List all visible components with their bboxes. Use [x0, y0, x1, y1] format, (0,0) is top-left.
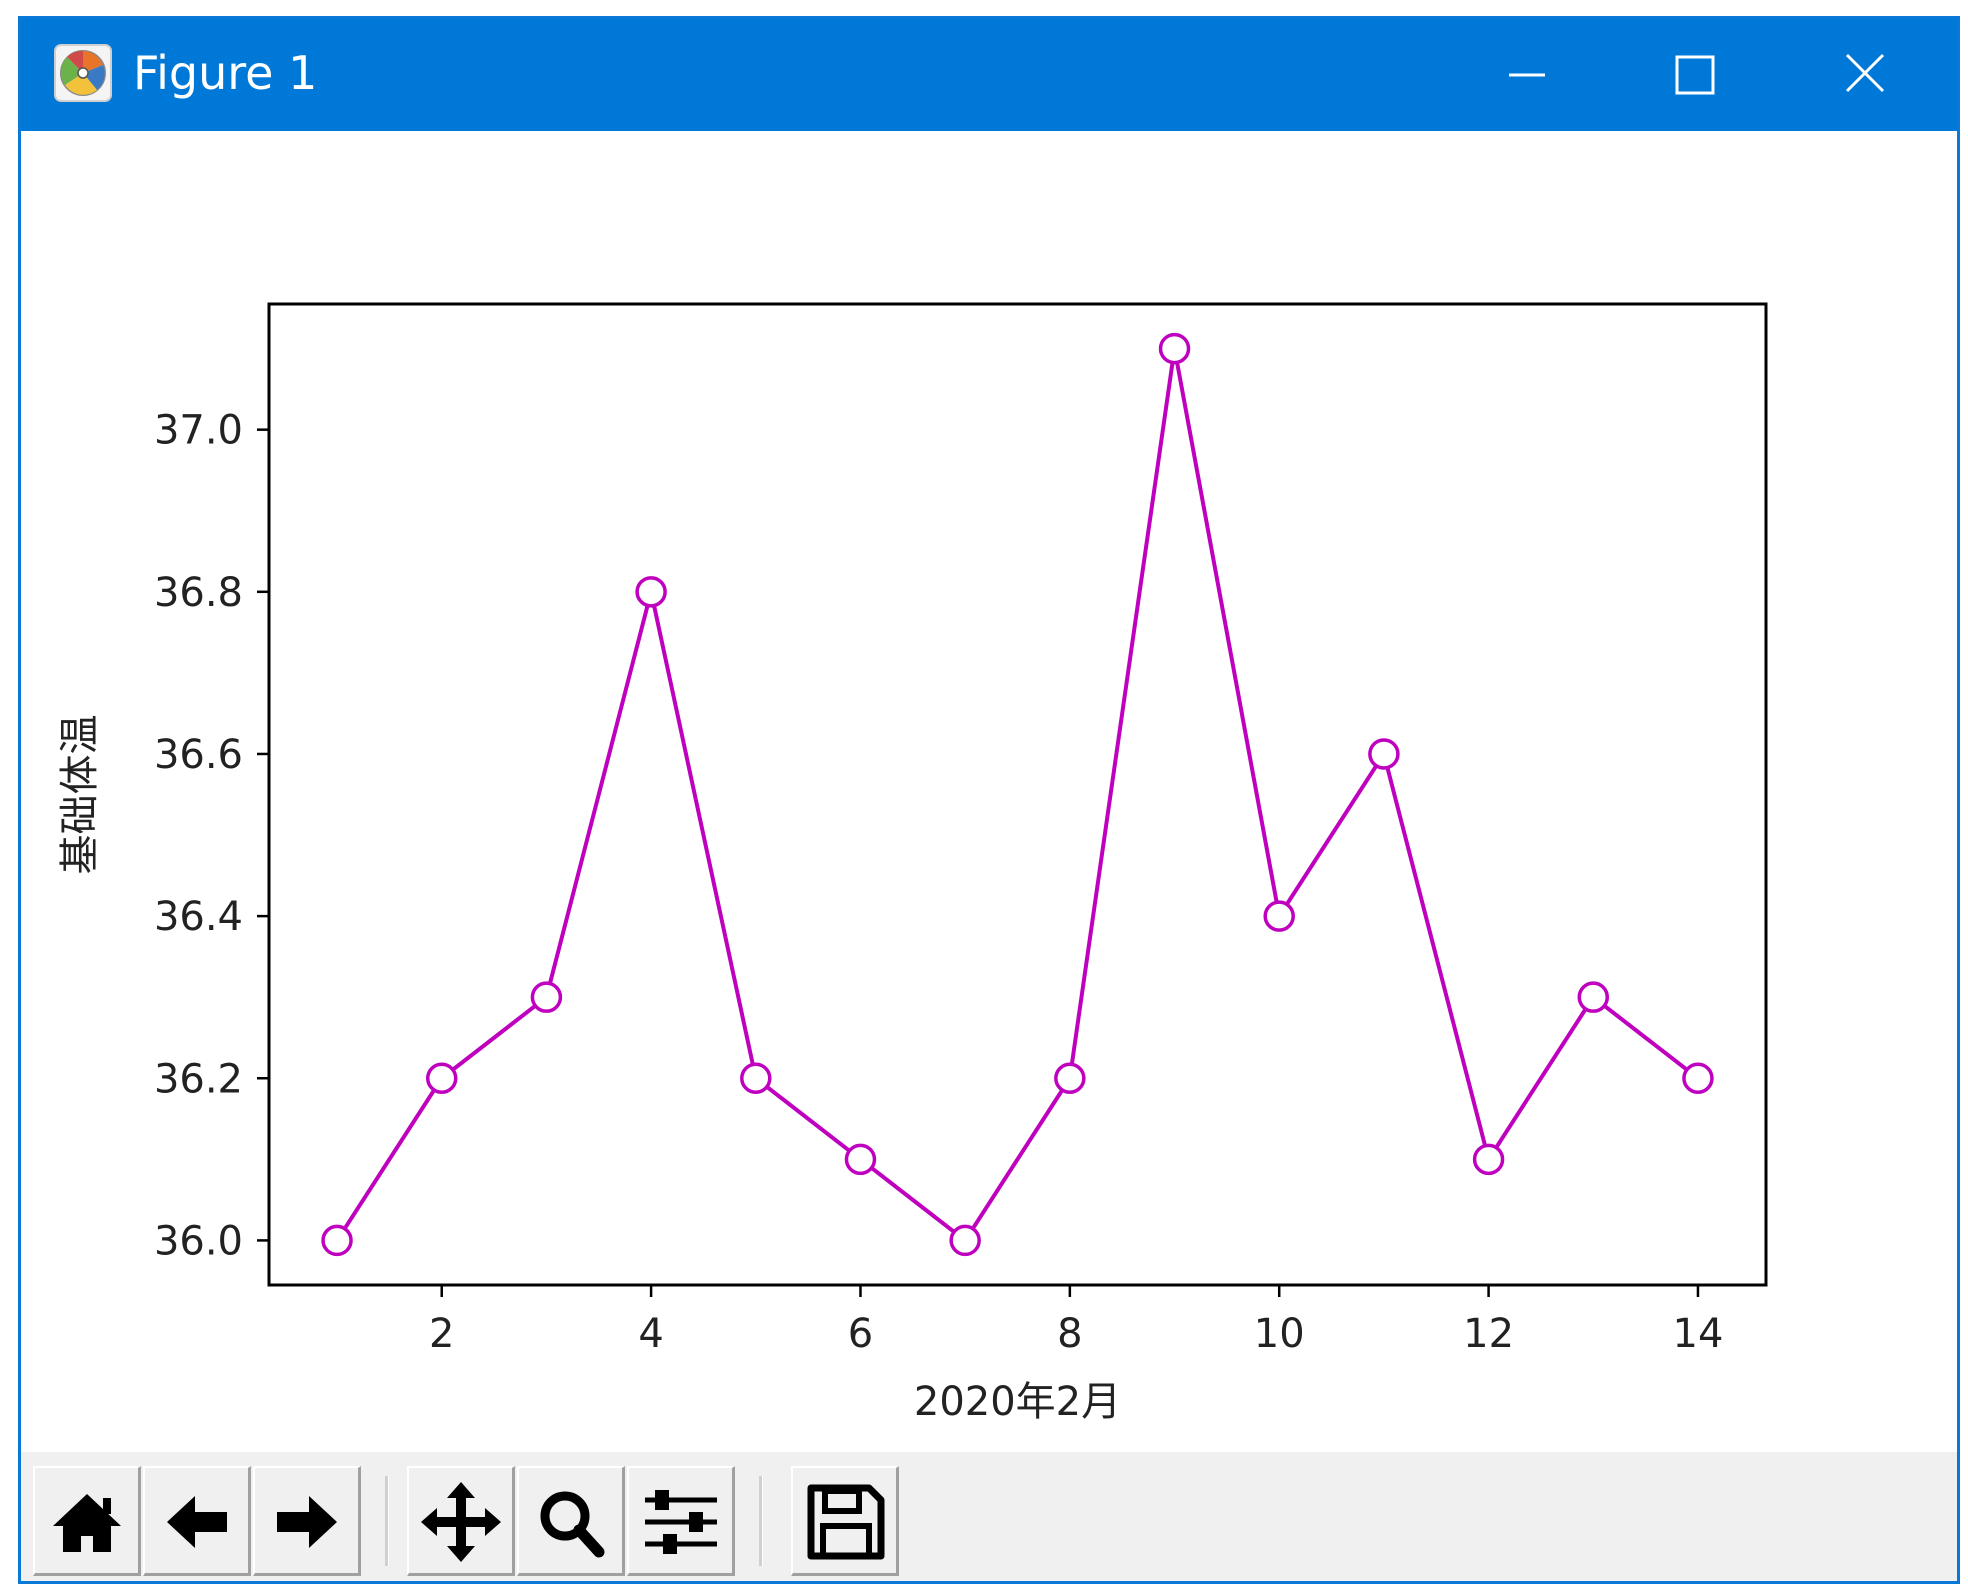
y-axis-label: 基础体温: [57, 715, 103, 875]
data-point[interactable]: [635, 576, 667, 608]
y-tick-label: 36.4: [154, 894, 243, 940]
x-tick-label: 14: [1673, 1311, 1724, 1357]
minimize-icon: [1509, 73, 1545, 77]
figure-window: Figure 1 36.0 36.2 36.4 36.6 36.8 37.0 2 4 6 8 10 1…: [18, 16, 1960, 1584]
pan-button[interactable]: [407, 1466, 515, 1576]
x-tick-label: 4: [638, 1311, 663, 1357]
floppy-disk-icon: [807, 1484, 885, 1560]
data-point[interactable]: [1054, 1062, 1086, 1095]
y-tick-label: 36.8: [154, 570, 243, 616]
data-point[interactable]: [844, 1143, 877, 1176]
data-point[interactable]: [949, 1224, 981, 1257]
figure-canvas[interactable]: 36.0 36.2 36.4 36.6 36.8 37.0 2 4 6 8 10 12 14 2020年2…: [21, 131, 1957, 1452]
toolbar-separator: [385, 1476, 389, 1566]
x-axis-label: 2020年2月: [914, 1379, 1121, 1425]
sliders-icon: [645, 1490, 717, 1554]
navigation-toolbar: [21, 1452, 1957, 1581]
title-bar[interactable]: Figure 1: [21, 19, 1957, 131]
back-button[interactable]: [143, 1466, 251, 1576]
data-point[interactable]: [1368, 738, 1400, 770]
move-icon: [421, 1482, 501, 1562]
y-tick-label: 36.2: [154, 1056, 243, 1102]
data-point[interactable]: [1682, 1062, 1714, 1095]
x-tick-label: 2: [429, 1311, 454, 1357]
arrow-right-icon: [277, 1496, 337, 1548]
line-chart[interactable]: 36.0 36.2 36.4 36.6 36.8 37.0 2 4 6 8 10 12 14 2020年2…: [21, 131, 1957, 1452]
subplots-button[interactable]: [627, 1466, 735, 1576]
forward-button[interactable]: [253, 1466, 361, 1576]
data-point[interactable]: [740, 1062, 772, 1095]
data-point[interactable]: [1577, 981, 1610, 1013]
window-title: Figure 1: [133, 46, 318, 100]
x-tick-label: 8: [1057, 1311, 1082, 1357]
maximize-button[interactable]: [1607, 19, 1777, 131]
data-point[interactable]: [1263, 900, 1295, 932]
plot-area: [267, 302, 1768, 1287]
home-button[interactable]: [33, 1466, 141, 1576]
close-button[interactable]: [1777, 19, 1947, 131]
maximize-icon: [1675, 55, 1715, 95]
y-tick-label: 36.0: [154, 1218, 243, 1264]
arrow-left-icon: [167, 1496, 227, 1548]
y-tick-label: 37.0: [154, 408, 243, 454]
zoom-button[interactable]: [517, 1466, 625, 1576]
data-point[interactable]: [530, 981, 563, 1013]
save-button[interactable]: [791, 1466, 899, 1576]
home-icon: [53, 1494, 121, 1552]
toolbar-separator: [759, 1476, 763, 1566]
data-point[interactable]: [1472, 1143, 1505, 1176]
x-tick-label: 6: [848, 1311, 873, 1357]
close-icon: [1845, 53, 1885, 93]
x-tick-label: 12: [1463, 1311, 1514, 1357]
y-tick-label: 36.6: [154, 732, 243, 778]
matplotlib-icon: [53, 43, 113, 103]
magnifier-icon: [540, 1491, 605, 1558]
x-tick-label: 10: [1254, 1311, 1305, 1357]
data-point[interactable]: [1158, 332, 1191, 365]
data-point[interactable]: [425, 1062, 458, 1095]
data-point[interactable]: [321, 1224, 353, 1257]
minimize-button[interactable]: [1437, 19, 1607, 131]
